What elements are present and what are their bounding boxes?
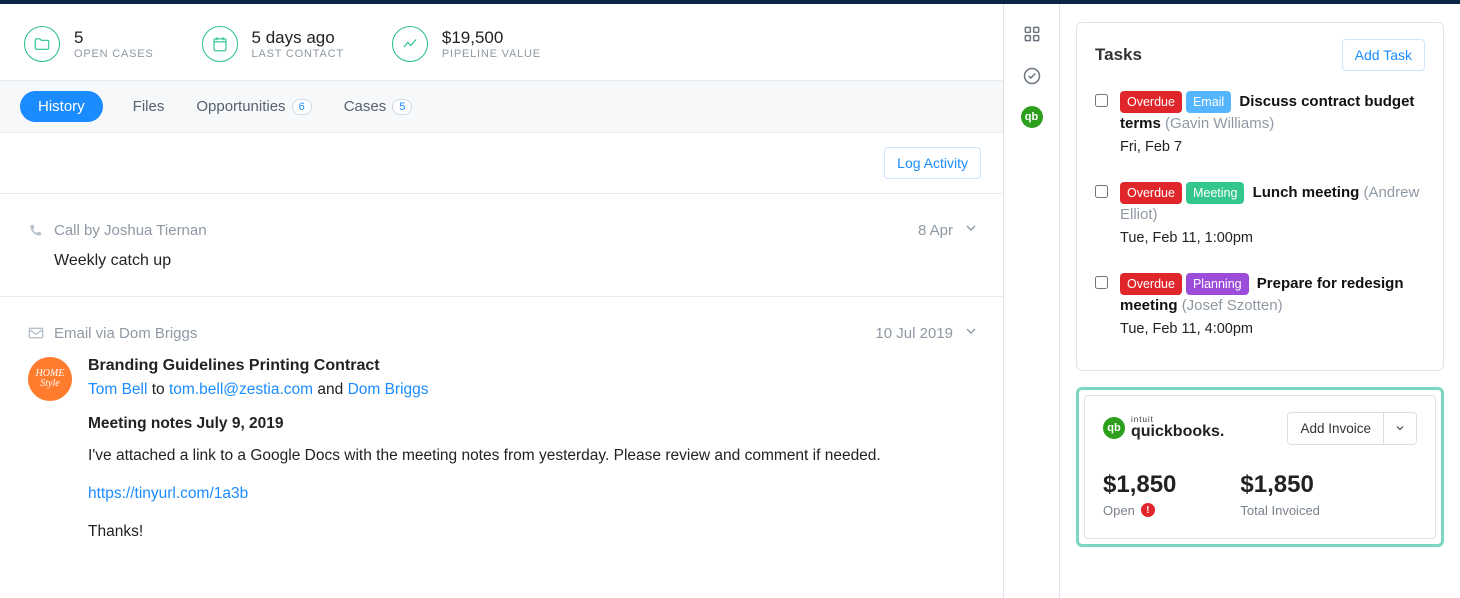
tag-planning: Planning: [1186, 273, 1249, 295]
quickbooks-logo-mark: qb: [1103, 417, 1125, 439]
pipeline-label: PIPELINE VALUE: [442, 48, 541, 60]
task-checkbox[interactable]: [1095, 185, 1108, 198]
email-notes-heading: Meeting notes July 9, 2019: [88, 415, 979, 433]
stat-last-contact[interactable]: 5 days ago LAST CONTACT: [202, 26, 344, 62]
open-cases-value: 5: [74, 28, 154, 48]
call-header-text: Call by Joshua Tiernan: [54, 222, 207, 239]
feed-actions-row: Log Activity: [0, 133, 1003, 194]
tag-email: Email: [1186, 91, 1231, 113]
check-circle-icon[interactable]: [1020, 64, 1044, 88]
task-checkbox[interactable]: [1095, 276, 1108, 289]
side-rail: qb: [1004, 4, 1060, 598]
task-date: Fri, Feb 7: [1120, 137, 1425, 158]
right-sidebar: Tasks Add Task OverdueEmail Discuss cont…: [1060, 4, 1460, 598]
mail-icon: [28, 327, 46, 339]
task-assignee: (Gavin Williams): [1165, 115, 1274, 132]
task-body: OverdueMeeting Lunch meeting (Andrew Ell…: [1120, 182, 1425, 249]
cc-name-link[interactable]: Dom Briggs: [348, 381, 429, 398]
email-participants: Tom Bell to tom.bell@zestia.com and Dom …: [88, 381, 979, 399]
add-task-button[interactable]: Add Task: [1342, 39, 1425, 71]
task-checkbox[interactable]: [1095, 94, 1108, 107]
task-title: Lunch meeting: [1248, 184, 1363, 201]
add-invoice-button[interactable]: Add Invoice: [1288, 413, 1383, 444]
tab-opportunities-label: Opportunities: [196, 98, 285, 115]
quickbooks-panel: qb intuit quickbooks. Add Invoice: [1084, 395, 1436, 539]
qb-total-label: Total Invoiced: [1240, 503, 1320, 518]
task-list: OverdueEmail Discuss contract budget ter…: [1077, 81, 1443, 370]
quickbooks-logo: qb intuit quickbooks.: [1103, 416, 1224, 440]
trend-icon: [392, 26, 428, 62]
task-row[interactable]: OverduePlanning Prepare for redesign mee…: [1095, 263, 1425, 354]
tag-overdue: Overdue: [1120, 91, 1182, 113]
sender-avatar: HOME Style: [28, 357, 72, 401]
pipeline-value: $19,500: [442, 28, 541, 48]
call-title: Weekly catch up: [54, 252, 979, 270]
email-body-2: Thanks!: [88, 523, 979, 541]
task-date: Tue, Feb 11, 1:00pm: [1120, 228, 1425, 249]
feed-item-email[interactable]: Email via Dom Briggs 10 Jul 2019 HOME St…: [0, 297, 1003, 587]
phone-icon: [28, 223, 46, 238]
stat-open-cases[interactable]: 5 OPEN CASES: [24, 26, 154, 62]
add-invoice-split-button: Add Invoice: [1287, 412, 1417, 445]
email-body-1: I've attached a link to a Google Docs wi…: [88, 447, 979, 465]
log-activity-button[interactable]: Log Activity: [884, 147, 981, 179]
tab-cases-label: Cases: [344, 98, 387, 115]
qb-open-stat: $1,850 Open !: [1103, 471, 1176, 518]
last-contact-value: 5 days ago: [252, 28, 344, 48]
email-subject: Branding Guidelines Printing Contract: [88, 357, 979, 375]
tab-files[interactable]: Files: [131, 92, 167, 121]
quickbooks-icon[interactable]: qb: [1021, 106, 1043, 128]
email-header-text: Email via Dom Briggs: [54, 325, 197, 342]
folder-icon: [24, 26, 60, 62]
chevron-down-icon[interactable]: [963, 220, 979, 240]
to-email-link[interactable]: tom.bell@zestia.com: [169, 381, 313, 398]
tag-overdue: Overdue: [1120, 182, 1182, 204]
opportunities-count-badge: 6: [292, 99, 312, 115]
task-assignee: (Josef Szotten): [1182, 297, 1283, 314]
tag-overdue: Overdue: [1120, 273, 1182, 295]
alert-icon: !: [1141, 503, 1155, 517]
chevron-down-icon[interactable]: [963, 323, 979, 343]
quickbooks-panel-highlight: qb intuit quickbooks. Add Invoice: [1076, 387, 1444, 547]
qb-open-amount: $1,850: [1103, 471, 1176, 499]
task-body: OverduePlanning Prepare for redesign mee…: [1120, 273, 1425, 340]
cases-count-badge: 5: [392, 99, 412, 115]
activity-feed: Call by Joshua Tiernan 8 Apr Weekly catc…: [0, 194, 1003, 598]
tag-meeting: Meeting: [1186, 182, 1244, 204]
last-contact-label: LAST CONTACT: [252, 48, 344, 60]
tasks-card: Tasks Add Task OverdueEmail Discuss cont…: [1076, 22, 1444, 371]
qb-open-label: Open: [1103, 503, 1135, 518]
from-name-link[interactable]: Tom Bell: [88, 381, 147, 398]
email-date: 10 Jul 2019: [875, 325, 953, 342]
main-content: 5 OPEN CASES 5 days ago LAST CONTACT $: [0, 4, 1004, 598]
call-date: 8 Apr: [918, 222, 953, 239]
tab-cases[interactable]: Cases 5: [342, 92, 415, 121]
tasks-header: Tasks: [1095, 45, 1142, 65]
tab-bar: History Files Opportunities 6 Cases 5: [0, 80, 1003, 133]
tab-history[interactable]: History: [20, 91, 103, 122]
quickbooks-name: quickbooks.: [1131, 424, 1224, 440]
open-cases-label: OPEN CASES: [74, 48, 154, 60]
add-invoice-caret[interactable]: [1383, 413, 1416, 444]
email-body-link[interactable]: https://tinyurl.com/1a3b: [88, 485, 248, 502]
qb-total-stat: $1,850 Total Invoiced: [1240, 471, 1320, 518]
task-date: Tue, Feb 11, 4:00pm: [1120, 319, 1425, 340]
grid-icon[interactable]: [1020, 22, 1044, 46]
qb-total-amount: $1,850: [1240, 471, 1320, 499]
task-row[interactable]: OverdueEmail Discuss contract budget ter…: [1095, 81, 1425, 172]
stat-pipeline-value[interactable]: $19,500 PIPELINE VALUE: [392, 26, 541, 62]
summary-stats-row: 5 OPEN CASES 5 days ago LAST CONTACT $: [0, 4, 1003, 80]
calendar-icon: [202, 26, 238, 62]
task-row[interactable]: OverdueMeeting Lunch meeting (Andrew Ell…: [1095, 172, 1425, 263]
tab-opportunities[interactable]: Opportunities 6: [194, 92, 313, 121]
task-body: OverdueEmail Discuss contract budget ter…: [1120, 91, 1425, 158]
feed-item-call[interactable]: Call by Joshua Tiernan 8 Apr Weekly catc…: [0, 194, 1003, 297]
